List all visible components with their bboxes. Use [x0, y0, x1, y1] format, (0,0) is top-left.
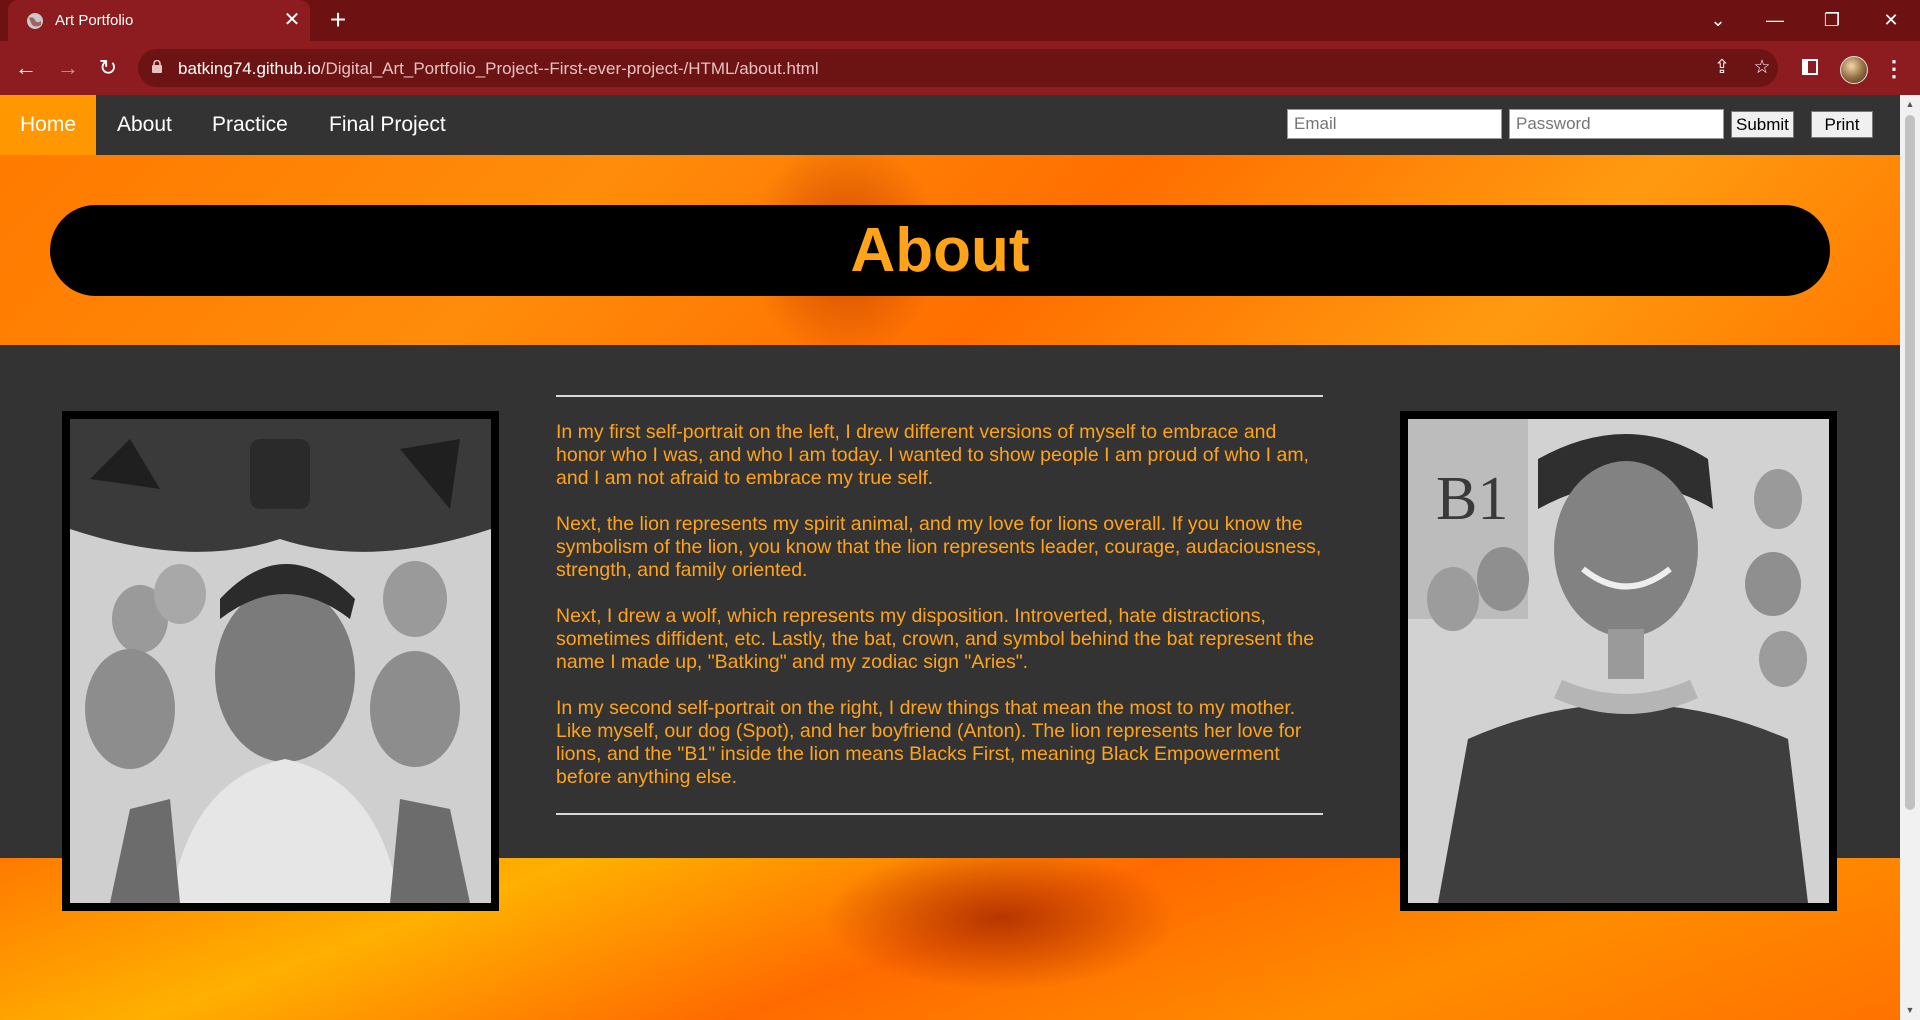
- submit-button[interactable]: Submit: [1731, 111, 1794, 138]
- left-portrait-frame: [62, 411, 499, 911]
- scroll-down-icon[interactable]: ▼: [1905, 1005, 1915, 1015]
- share-icon[interactable]: ⇪: [1710, 57, 1734, 79]
- tab-search-icon[interactable]: ⌄: [1701, 6, 1735, 34]
- paragraph-3: Next, I drew a wolf, which represents my…: [556, 605, 1315, 673]
- page-scrollbar[interactable]: ▲ ▼: [1900, 95, 1920, 1020]
- b1-label: B1: [1436, 465, 1508, 533]
- globe-icon: [27, 13, 43, 29]
- browser-tab-bar: Art Portfolio ✕ + ⌄ — ❐ ✕: [0, 0, 1920, 41]
- restore-button[interactable]: ❐: [1815, 6, 1849, 34]
- url-path: /Digital_Art_Portfolio_Project--First-ev…: [320, 59, 819, 78]
- profile-avatar[interactable]: [1840, 56, 1868, 84]
- top-divider: [556, 395, 1323, 397]
- scroll-up-icon[interactable]: ▲: [1905, 99, 1915, 109]
- paragraph-4: In my second self-portrait on the right,…: [556, 697, 1302, 788]
- email-field[interactable]: [1287, 109, 1502, 139]
- self-portrait-sketch: [70, 419, 491, 903]
- browser-menu-icon[interactable]: ⋮: [1883, 55, 1905, 83]
- new-tab-button[interactable]: +: [325, 6, 351, 34]
- reload-icon[interactable]: ↻: [94, 54, 122, 82]
- minimize-button[interactable]: —: [1758, 6, 1792, 34]
- tab-close-icon[interactable]: ✕: [281, 9, 303, 31]
- url-text: batking74.github.io/Digital_Art_Portfoli…: [178, 59, 819, 79]
- back-icon[interactable]: ←: [12, 54, 40, 82]
- page-title: About: [850, 216, 1030, 285]
- tab-title: Art Portfolio: [55, 12, 134, 29]
- password-field[interactable]: [1509, 109, 1724, 139]
- nav-home[interactable]: Home: [0, 95, 97, 155]
- bookmark-star-icon[interactable]: ☆: [1750, 57, 1774, 79]
- lock-icon: [152, 60, 162, 73]
- bottom-divider: [556, 813, 1323, 815]
- heading-banner: About: [50, 205, 1830, 296]
- paragraph-2: Next, the lion represents my spirit anim…: [556, 513, 1322, 581]
- url-domain: batking74.github.io: [178, 59, 321, 78]
- side-panel-icon[interactable]: [1802, 59, 1818, 75]
- address-bar[interactable]: batking74.github.io/Digital_Art_Portfoli…: [138, 49, 1778, 87]
- right-portrait-frame: B1: [1400, 411, 1837, 911]
- site-navbar: Home About Practice Final Project Submit…: [0, 95, 1900, 155]
- print-button[interactable]: Print: [1811, 111, 1873, 138]
- nav-practice[interactable]: Practice: [192, 95, 308, 155]
- about-text-column: In my first self-portrait on the left, I…: [556, 395, 1323, 815]
- mother-portrait-sketch: B1: [1408, 419, 1829, 903]
- page-viewport: Home About Practice Final Project Submit…: [0, 95, 1900, 1020]
- nav-about[interactable]: About: [97, 95, 192, 155]
- nav-final-project[interactable]: Final Project: [309, 95, 466, 155]
- hero-section: About: [0, 155, 1900, 345]
- close-window-button[interactable]: ✕: [1874, 6, 1908, 34]
- browser-toolbar: ← → ↻ batking74.github.io/Digital_Art_Po…: [0, 41, 1920, 95]
- forward-icon[interactable]: →: [54, 54, 82, 82]
- self-portrait-drawing: [70, 419, 491, 903]
- browser-tab[interactable]: Art Portfolio ✕: [8, 0, 310, 41]
- scrollbar-thumb[interactable]: [1905, 115, 1915, 810]
- mother-portrait-drawing: B1: [1408, 419, 1829, 903]
- paragraph-1: In my first self-portrait on the left, I…: [556, 421, 1309, 489]
